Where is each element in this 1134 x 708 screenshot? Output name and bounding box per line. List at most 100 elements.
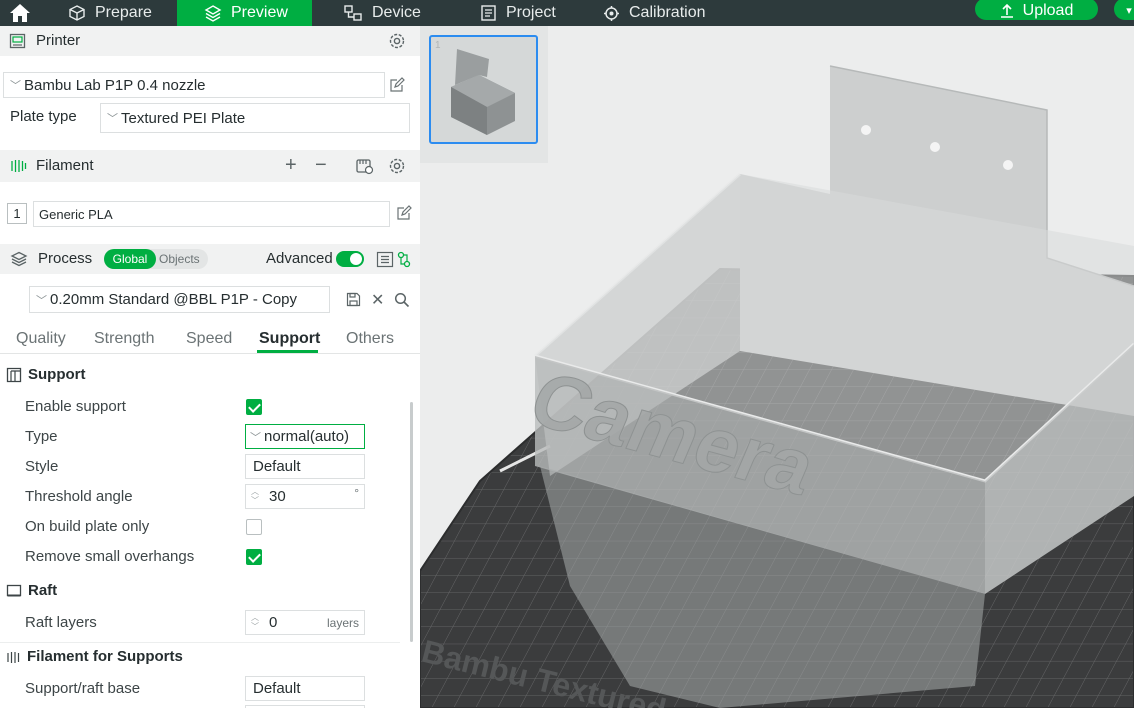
support-style-label: Style [25,458,59,475]
gear-icon[interactable] [388,32,406,50]
compare-icon[interactable] [397,251,411,268]
chevron-down-icon: ﹀ [10,80,21,92]
filament-icon [11,160,27,172]
filament-slot-index[interactable]: 1 [7,203,27,224]
upload-label: Upload [1022,1,1074,19]
printer-section-header: Printer [0,26,420,56]
tab-support[interactable]: Support [259,330,320,348]
edit-icon[interactable] [389,77,405,93]
add-filament-button[interactable]: + [285,154,297,177]
device-icon [344,5,362,21]
close-icon[interactable]: ✕ [371,290,384,310]
chevron-down-icon: ﹀ [250,431,261,444]
threshold-angle-unit: ° [354,486,359,500]
layers-icon [204,5,222,22]
raft-layers-input[interactable]: ︿ ﹀ 0 layers [245,610,365,635]
filament-select[interactable]: Generic PLA [33,201,390,227]
settings-panel: Printer ﹀ Bambu Lab P1P 0.4 nozzle Plate… [0,26,420,708]
support-raft-base-label: Support/raft base [25,680,141,697]
upload-button[interactable]: Upload [975,0,1098,20]
support-type-value: normal(auto) [264,428,350,445]
filament-icon [7,652,20,663]
support-style-select[interactable]: Default [245,454,365,479]
switch-knob [350,253,362,265]
filament-select-value: Generic PLA [39,206,113,222]
plate-thumbnail[interactable]: 1 [429,35,538,144]
chevron-down-icon: ﹀ [36,294,47,307]
plate-type-value: Textured PEI Plate [121,109,246,127]
tab-project[interactable]: Project [480,0,556,26]
cube-icon [69,5,85,21]
threshold-angle-input[interactable]: ︿ ﹀ 30 ° [245,484,365,509]
active-tab-indicator [257,350,318,353]
printer-icon [9,33,26,49]
support-type-label: Type [25,428,58,445]
search-icon[interactable] [394,292,410,308]
support-style-value: Default [253,458,301,475]
tab-calibration-label: Calibration [629,4,706,21]
upload-dropdown-button[interactable]: ▾ [1114,0,1134,20]
raft-group-title: Raft [28,582,58,599]
printer-select-value: Bambu Lab P1P 0.4 nozzle [24,76,206,94]
remove-small-overhangs-checkbox[interactable] [246,549,262,565]
advanced-label: Advanced [266,250,333,267]
3d-viewport[interactable]: Camera Bambu Textured 1 [420,26,1134,708]
tab-device[interactable]: Device [343,0,421,26]
raft-layers-label: Raft layers [25,614,97,631]
plate-thumbnail-model [451,49,515,135]
enable-support-label: Enable support [25,398,126,415]
raft-layers-unit: layers [326,616,359,630]
tab-prepare[interactable]: Prepare [68,0,152,26]
home-icon [10,4,30,22]
build-plate-only-checkbox[interactable] [246,519,262,535]
advanced-switch[interactable] [336,251,364,267]
edit-icon[interactable] [396,205,412,221]
toggle-objects[interactable]: Objects [159,249,200,269]
tab-speed[interactable]: Speed [186,330,232,348]
build-plate-only-label: On build plate only [25,518,150,535]
filament-supports-group-title: Filament for Supports [27,648,183,665]
filament-section-header: Filament + − [0,150,420,182]
process-preset-select[interactable]: ﹀ 0.20mm Standard @BBL P1P - Copy [29,286,330,313]
stepper-arrows-icon[interactable]: ︿ ﹀ [251,613,259,631]
list-icon[interactable] [376,251,394,268]
home-button[interactable] [9,0,31,26]
support-raft-base-select[interactable]: Default [245,676,365,701]
plate-type-select[interactable]: ﹀ Textured PEI Plate [100,103,410,133]
plate-thumbnail-panel: 1 [420,26,548,163]
process-tabs: Quality Strength Speed Support Others [0,326,420,354]
settings-scrollbar[interactable] [410,402,413,642]
support-group-title: Support [28,366,86,383]
tab-strength[interactable]: Strength [94,330,154,348]
gear-icon[interactable] [388,157,406,175]
group-divider [0,642,400,643]
raft-layers-value: 0 [269,614,278,631]
support-raft-base-value: Default [253,680,301,697]
raft-icon [6,584,22,597]
threshold-angle-value: 30 [269,488,286,505]
remove-filament-button[interactable]: − [315,154,327,177]
stepper-arrows-icon[interactable]: ︿ ﹀ [251,487,259,505]
support-type-select[interactable]: ﹀ normal(auto) [245,424,365,449]
global-objects-toggle[interactable]: Global Objects [104,249,208,269]
tab-calibration[interactable]: Calibration [603,0,705,26]
tab-preview[interactable]: Preview [177,0,312,26]
top-toolbar: Prepare Preview Device Project Calibrati… [0,0,1134,26]
support-icon [6,367,22,383]
filament-sync-icon[interactable] [355,157,374,175]
tab-others[interactable]: Others [346,330,394,348]
toggle-global[interactable]: Global [104,249,156,269]
enable-support-checkbox[interactable] [246,399,262,415]
process-title: Process [38,250,93,267]
tab-quality[interactable]: Quality [16,330,66,348]
save-icon[interactable] [346,292,361,307]
tab-prepare-label: Prepare [95,4,152,21]
plate-type-label: Plate type [10,108,77,125]
chevron-down-icon: ﹀ [107,113,118,125]
upload-icon [1000,3,1013,18]
threshold-angle-label: Threshold angle [25,488,133,505]
tab-preview-label: Preview [231,4,288,21]
printer-title: Printer [36,32,81,49]
calibration-icon [604,5,619,21]
printer-select[interactable]: ﹀ Bambu Lab P1P 0.4 nozzle [3,72,385,98]
